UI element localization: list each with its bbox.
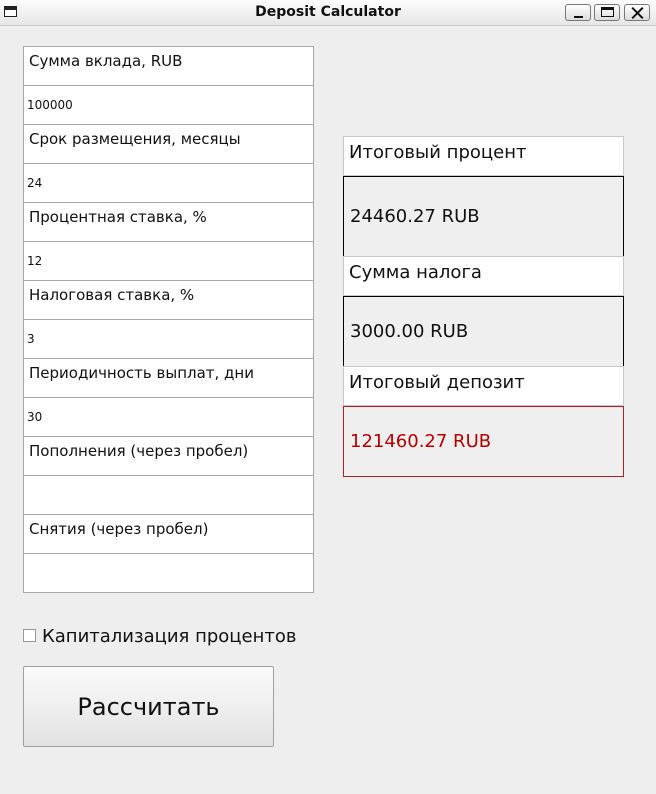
total-interest-value: 24460.27 RUB xyxy=(343,176,624,257)
deposit-form: Сумма вклада, RUB 100000 Срок размещения… xyxy=(23,46,314,593)
interest-rate-input[interactable]: 12 xyxy=(23,241,314,281)
payment-period-input[interactable]: 30 xyxy=(23,397,314,437)
interest-rate-label: Процентная ставка, % xyxy=(23,202,314,242)
tax-rate-input[interactable]: 3 xyxy=(23,319,314,359)
withdrawals-label: Снятия (через пробел) xyxy=(23,514,314,554)
payment-period-label: Периодичность выплат, дни xyxy=(23,358,314,398)
tax-amount-label: Сумма налога xyxy=(343,256,624,296)
deposit-amount-label: Сумма вклада, RUB xyxy=(23,46,314,86)
calculate-button[interactable]: Рассчитать xyxy=(23,666,274,747)
maximize-button[interactable] xyxy=(594,4,620,21)
total-deposit-value: 121460.27 RUB xyxy=(343,406,624,477)
total-interest-label: Итоговый процент xyxy=(343,136,624,176)
capitalization-checkbox[interactable] xyxy=(23,629,36,642)
window-title: Deposit Calculator xyxy=(255,4,401,20)
capitalization-label[interactable]: Капитализация процентов xyxy=(42,626,297,647)
tax-rate-label: Налоговая ставка, % xyxy=(23,280,314,320)
title-bar: Deposit Calculator xyxy=(0,0,656,26)
replenishments-input[interactable] xyxy=(23,475,314,515)
replenishments-label: Пополнения (через пробел) xyxy=(23,436,314,476)
total-deposit-label: Итоговый депозит xyxy=(343,366,624,406)
minimize-button[interactable] xyxy=(565,4,591,21)
close-button[interactable] xyxy=(624,4,650,21)
tax-amount-value: 3000.00 RUB xyxy=(343,296,624,367)
term-months-label: Срок размещения, месяцы xyxy=(23,124,314,164)
withdrawals-input[interactable] xyxy=(23,553,314,593)
deposit-amount-input[interactable]: 100000 xyxy=(23,85,314,125)
term-months-input[interactable]: 24 xyxy=(23,163,314,203)
